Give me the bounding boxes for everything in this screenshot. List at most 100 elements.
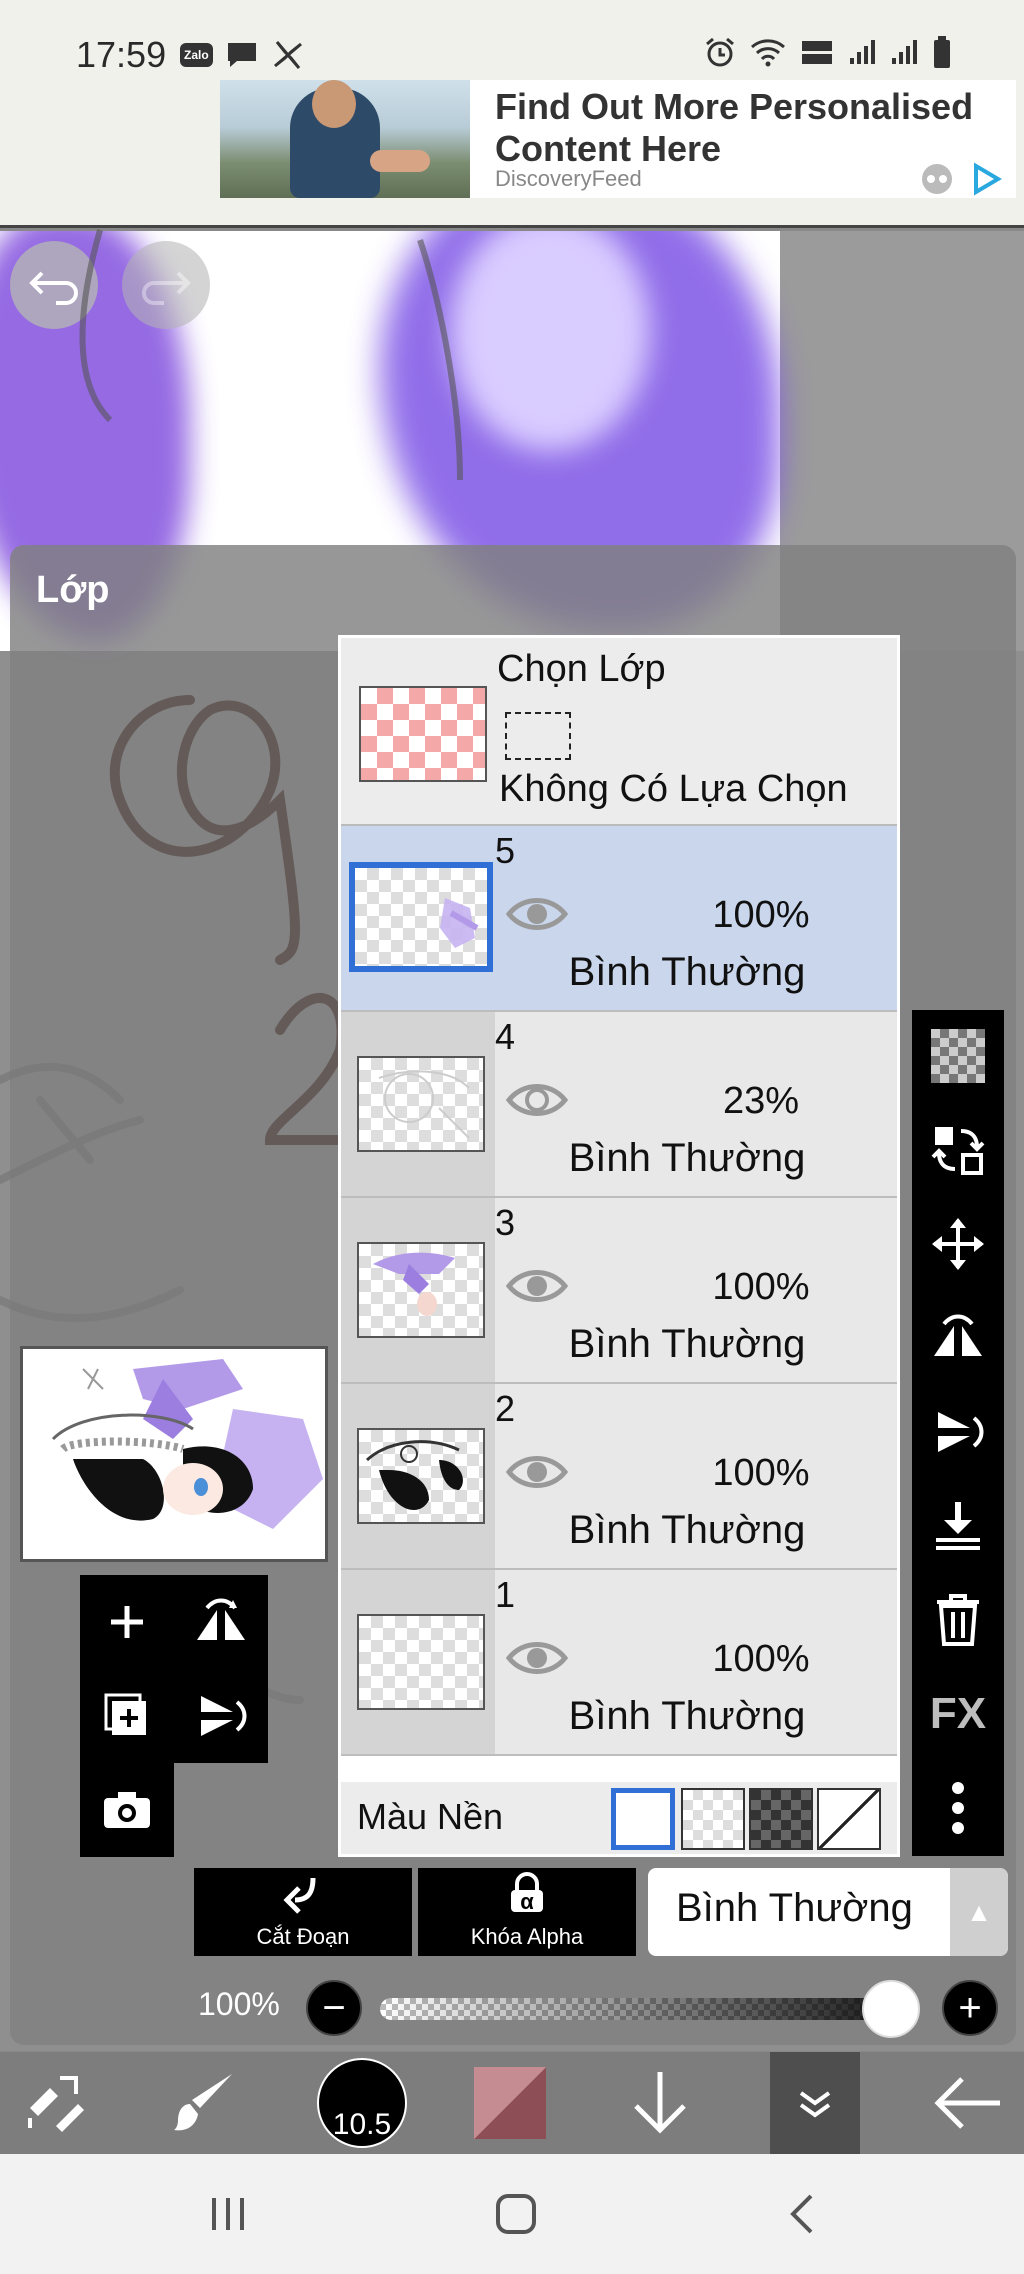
layer-blend-mode: Bình Thường [568, 1508, 806, 1552]
layer-blend-mode: Bình Thường [568, 1694, 806, 1738]
adchoices-icon[interactable] [968, 162, 1002, 196]
color-button[interactable] [470, 2052, 550, 2154]
eraser-swap-icon [28, 2076, 84, 2132]
layer-opacity: 100% [712, 1638, 810, 1680]
flip-horizontal-icon [197, 1598, 245, 1640]
blend-mode-dropdown[interactable]: Bình Thường ▲ [648, 1868, 1008, 1956]
opacity-decrease-button[interactable]: − [306, 1980, 362, 2036]
selection-layer-row[interactable]: Chọn Lớp Không Có Lựa Chọn [341, 638, 897, 826]
brush-icon [174, 2074, 232, 2131]
layer-thumbnail [357, 1428, 485, 1524]
opacity-slider-track[interactable] [380, 1998, 900, 2020]
move-button[interactable] [912, 1198, 1004, 1290]
delete-layer-button[interactable] [912, 1574, 1004, 1666]
layer-down-button[interactable] [620, 2052, 700, 2154]
ad-banner: Find Out More Personalised Content Here … [0, 80, 1024, 228]
undo-button[interactable] [10, 241, 98, 329]
system-nav-bar [0, 2154, 1024, 2274]
background-label: Màu Nền [357, 1796, 504, 1837]
layer-number: 3 [495, 1202, 516, 1243]
move-icon [932, 1218, 984, 1270]
add-layer-button[interactable] [80, 1575, 174, 1669]
layer-opacity: 100% [712, 1266, 810, 1308]
redo-icon [142, 271, 191, 305]
arrow-left-icon [934, 2077, 1000, 2129]
selection-thumbnail [359, 686, 487, 782]
recent-apps-button[interactable] [196, 2182, 260, 2246]
visibility-eye-icon[interactable] [505, 1264, 569, 1308]
transparency-button[interactable] [912, 1010, 1004, 1102]
duplicate-layer-button[interactable] [80, 1669, 174, 1763]
panel-title: Lớp [36, 569, 110, 611]
merge-down-icon [936, 1502, 980, 1550]
visibility-eye-icon[interactable] [505, 1636, 569, 1680]
blend-mode-value: Bình Thường [676, 1886, 913, 1930]
recent-apps-icon [212, 2198, 244, 2230]
flip-vertical-right-button[interactable] [912, 1386, 1004, 1478]
more-options-button[interactable] [912, 1762, 1004, 1854]
double-chevron-down-icon [799, 2091, 831, 2118]
flip-vertical-button[interactable] [174, 1669, 268, 1763]
brush-size-button[interactable]: 10.5 [312, 2052, 412, 2154]
ad-privacy-icon[interactable] [920, 162, 954, 196]
opacity-slider-knob[interactable] [862, 1980, 920, 2038]
layer-row-5[interactable]: 5 100% Bình Thường [341, 826, 897, 1012]
layer-opacity: 23% [722, 1080, 800, 1122]
clipping-label: Cắt Đoạn [256, 1924, 350, 1949]
layer-row-4[interactable]: 4 23% Bình Thường [341, 1012, 897, 1198]
ad-title[interactable]: Find Out More Personalised Content Here [495, 86, 995, 170]
fx-button[interactable]: FX [912, 1668, 1004, 1760]
redo-button[interactable] [122, 241, 210, 329]
visibility-eye-icon[interactable] [505, 892, 569, 936]
clipping-arrow-icon [283, 1877, 316, 1914]
status-bar: 17:59 Zalo [0, 0, 1024, 80]
pinwheel-notification-icon [273, 41, 302, 69]
bg-dark-checker-swatch[interactable] [749, 1788, 813, 1850]
ad-image [220, 80, 470, 198]
layer-row-1[interactable]: 1 100% Bình Thường [341, 1570, 897, 1756]
layer-thumbnail [357, 1242, 485, 1338]
layer-list: Chọn Lớp Không Có Lựa Chọn 5 100% Bình T… [338, 635, 900, 1857]
brush-tool-button[interactable] [160, 2052, 250, 2154]
zalo-notification-icon: Zalo [180, 43, 213, 67]
flip-horizontal-button[interactable] [174, 1575, 268, 1669]
opacity-slider-row: 100% − + [0, 1970, 1024, 2040]
layer-number: 5 [495, 830, 516, 871]
back-button[interactable] [770, 2182, 834, 2246]
selection-title: Chọn Lớp [497, 648, 666, 690]
layer-thumbnail [349, 862, 493, 972]
checker-icon [931, 1029, 985, 1083]
lock-icon: α [506, 1872, 548, 1914]
layer-row-2[interactable]: 2 100% Bình Thường [341, 1384, 897, 1570]
camera-button[interactable] [80, 1763, 174, 1857]
more-vertical-icon [952, 1782, 964, 1834]
home-button[interactable] [484, 2182, 548, 2246]
ad-card[interactable]: Find Out More Personalised Content Here … [220, 80, 1016, 198]
message-notification-icon [227, 43, 256, 67]
brush-size-value: 10.5 [317, 2058, 407, 2148]
alpha-lock-button[interactable]: α Khóa Alpha [418, 1868, 636, 1956]
opacity-value: 100% [198, 1986, 280, 2022]
bg-none-swatch[interactable] [817, 1788, 881, 1850]
visibility-eye-icon[interactable] [505, 1450, 569, 1494]
layer-row-3[interactable]: 3 100% Bình Thường [341, 1198, 897, 1384]
flip-horizontal-right-button[interactable] [912, 1292, 1004, 1384]
clipping-button[interactable]: Cắt Đoạn [194, 1868, 412, 1956]
merge-down-button[interactable] [912, 1480, 1004, 1572]
layer-number: 1 [495, 1574, 516, 1615]
opacity-increase-button[interactable]: + [942, 1980, 998, 2036]
dropdown-arrow-icon: ▲ [950, 1868, 1008, 1956]
bg-white-swatch[interactable] [611, 1788, 675, 1850]
canvas-preview[interactable] [20, 1346, 328, 1562]
layer-blend-mode: Bình Thường [568, 1322, 806, 1366]
bottom-toolbar: 10.5 [0, 2052, 1024, 2154]
undo-icon [29, 271, 78, 305]
visibility-eye-icon[interactable] [505, 1078, 569, 1122]
transform-tool-button[interactable] [10, 2052, 100, 2154]
back-arrow-button[interactable] [920, 2052, 1016, 2154]
layers-toggle-button[interactable] [770, 2052, 860, 2154]
layer-opacity: 100% [712, 894, 810, 936]
camera-icon [104, 1792, 150, 1828]
bg-transparent-swatch[interactable] [681, 1788, 745, 1850]
swap-layer-button[interactable] [912, 1104, 1004, 1196]
